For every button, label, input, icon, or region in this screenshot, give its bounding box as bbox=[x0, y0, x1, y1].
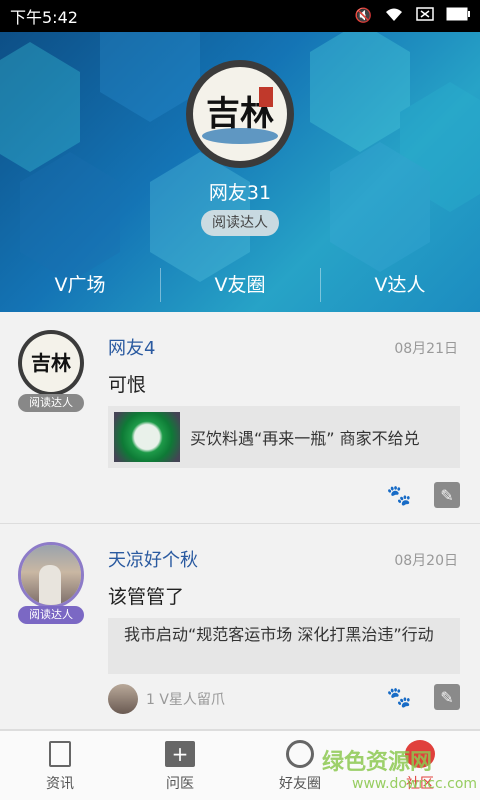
nav-news[interactable]: 资讯 bbox=[0, 731, 120, 800]
post-badge: 阅读达人 bbox=[18, 606, 84, 624]
nav-doctor-label: 问医 bbox=[166, 775, 194, 792]
status-time: 下午5:42 bbox=[10, 8, 78, 27]
seal-mark bbox=[259, 87, 273, 107]
status-icons: 🔇 bbox=[355, 6, 470, 26]
friends-circle-icon bbox=[285, 739, 315, 769]
nav-news-label: 资讯 bbox=[46, 775, 74, 792]
battery-icon bbox=[446, 7, 470, 25]
tab-v-experts[interactable]: V达人 bbox=[320, 260, 480, 312]
mute-icon: 🔇 bbox=[354, 8, 372, 24]
tab-v-friends[interactable]: V友圈 bbox=[160, 260, 320, 312]
linked-article[interactable]: 买饮料遇“再来一瓶” 商家不给兑 bbox=[108, 406, 460, 468]
post-avatar[interactable]: 吉林 bbox=[18, 330, 84, 396]
profile-header: 吉林 网友31 阅读达人 V广场 V友圈 V达人 bbox=[0, 32, 480, 312]
post-text: 该管管了 bbox=[108, 586, 185, 608]
profile-badge: 阅读达人 bbox=[201, 210, 279, 236]
post-author[interactable]: 天凉好个秋 bbox=[108, 546, 198, 572]
edit-icon[interactable]: ✎ bbox=[434, 482, 460, 508]
watermark: 绿色资源网 www.downcc.com bbox=[322, 744, 477, 792]
edit-icon[interactable]: ✎ bbox=[434, 684, 460, 710]
profile-username: 网友31 bbox=[208, 182, 272, 204]
tab-v-square[interactable]: V广场 bbox=[0, 260, 160, 312]
liker-text: 1 V星人留爪 bbox=[146, 692, 225, 708]
wave-decoration bbox=[202, 128, 278, 145]
liker-avatar bbox=[108, 684, 138, 714]
post-avatar[interactable] bbox=[18, 542, 84, 608]
linked-article[interactable]: 我市启动“规范客运市场 深化打黑治违”行动 bbox=[108, 618, 460, 674]
article-title: 买饮料遇“再来一瓶” 商家不给兑 bbox=[190, 429, 420, 448]
news-icon bbox=[45, 739, 75, 769]
avatar-calligraphy: 吉林 bbox=[31, 351, 71, 375]
no-sim-icon bbox=[416, 6, 434, 26]
post-text: 可恨 bbox=[108, 374, 147, 396]
tab-bar: V广场 V友圈 V达人 bbox=[0, 260, 480, 312]
watermark-sub: www.downcc.com bbox=[352, 776, 478, 792]
post-date: 08月20日 bbox=[394, 553, 458, 569]
watermark-main: 绿色资源网 bbox=[322, 750, 433, 775]
article-thumbnail bbox=[114, 412, 180, 462]
paw-icon[interactable]: 🐾 bbox=[386, 684, 412, 710]
nav-friends-label: 好友圈 bbox=[279, 775, 321, 792]
post-author[interactable]: 网友4 bbox=[108, 334, 155, 360]
wifi-icon bbox=[384, 6, 404, 26]
liker-summary[interactable]: 1 V星人留爪 bbox=[108, 684, 225, 714]
post-actions: 🐾 ✎ bbox=[386, 684, 460, 710]
post-feed: 吉林 阅读达人 网友4 08月21日 可恨 买饮料遇“再来一瓶” 商家不给兑 🐾… bbox=[0, 312, 480, 730]
profile-avatar[interactable]: 吉林 bbox=[186, 60, 294, 168]
post-badge: 阅读达人 bbox=[18, 394, 84, 412]
post-item[interactable]: 吉林 阅读达人 网友4 08月21日 可恨 买饮料遇“再来一瓶” 商家不给兑 🐾… bbox=[0, 312, 480, 524]
post-date: 08月21日 bbox=[394, 341, 458, 357]
paw-icon[interactable]: 🐾 bbox=[386, 482, 412, 508]
status-bar: 下午5:42 🔇 bbox=[0, 0, 480, 32]
post-item[interactable]: 阅读达人 天凉好个秋 08月20日 该管管了 我市启动“规范客运市场 深化打黑治… bbox=[0, 524, 480, 730]
medical-kit-icon: + bbox=[165, 739, 195, 769]
nav-doctor[interactable]: + 问医 bbox=[120, 731, 240, 800]
post-actions: 🐾 ✎ bbox=[386, 482, 460, 508]
